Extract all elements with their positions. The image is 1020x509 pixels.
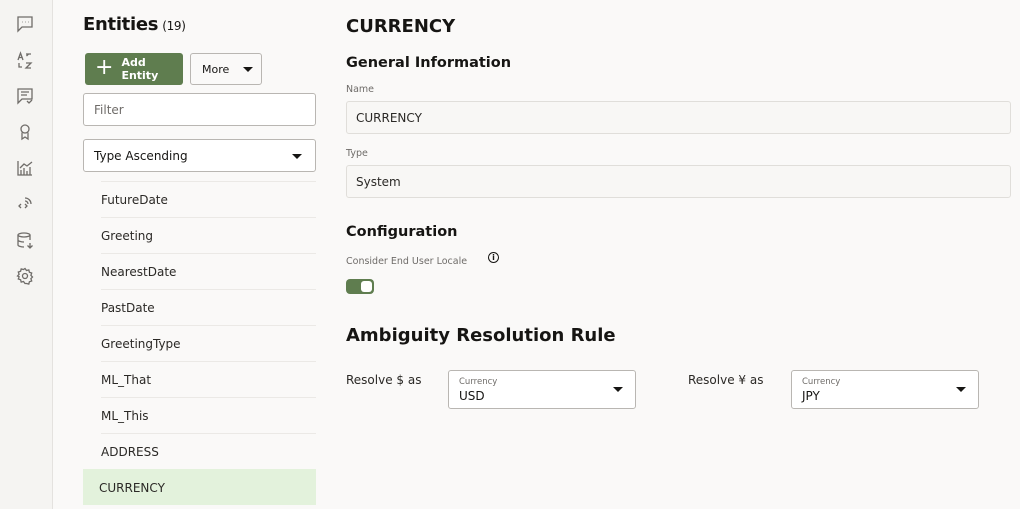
entity-list-item[interactable]: PastDate (101, 289, 316, 325)
currency-select-label: Currency (459, 377, 498, 387)
entity-name: ML_That (101, 372, 152, 387)
api-icon[interactable] (15, 194, 35, 214)
general-information-heading: General Information (346, 55, 512, 71)
chevron-down-icon (243, 66, 254, 72)
currency-select-value: USD (459, 389, 485, 403)
chevron-down-icon (956, 387, 966, 392)
type-label: Type (346, 148, 368, 159)
settings-icon[interactable] (15, 266, 35, 286)
entity-list-item[interactable]: ADDRESS (101, 433, 316, 469)
entity-list-item[interactable]: ML_That (101, 361, 316, 397)
resolve-dollar-select[interactable]: Currency USD (448, 370, 636, 409)
navigation-rail (0, 0, 53, 509)
resolve-yen-select[interactable]: Currency JPY (791, 370, 979, 409)
entities-heading: Entities (19) (83, 14, 186, 35)
type-field: System (346, 165, 1011, 198)
entity-name: GreetingType (101, 336, 181, 351)
entity-name: PastDate (101, 300, 155, 315)
entity-name: ML_This (101, 408, 149, 423)
info-icon[interactable]: i (488, 252, 499, 263)
entity-list-item[interactable]: Greeting (101, 217, 316, 253)
entities-title-text: Entities (83, 14, 159, 35)
locale-label: Consider End User Locale (346, 256, 468, 267)
sort-select[interactable]: Type Ascending (83, 139, 316, 172)
intents-icon[interactable] (15, 86, 35, 106)
translate-icon[interactable] (15, 50, 35, 70)
name-field: CURRENCY (346, 101, 1011, 134)
entity-name: Greeting (101, 228, 153, 243)
sort-value: Type Ascending (94, 148, 188, 163)
chevron-down-icon (292, 154, 302, 159)
entity-name: CURRENCY (99, 480, 165, 495)
name-value: CURRENCY (356, 110, 422, 125)
entity-name: NearestDate (101, 264, 177, 279)
type-value: System (356, 174, 401, 189)
currency-select-label: Currency (802, 377, 841, 387)
toggle-knob (361, 281, 372, 292)
entity-list-item-selected[interactable]: CURRENCY (83, 469, 316, 505)
locale-toggle[interactable] (346, 279, 374, 294)
entities-panel: Entities(19) + Add Entity More Type Asce… (83, 0, 317, 509)
award-icon[interactable] (15, 122, 35, 142)
entity-list-item[interactable]: NearestDate (101, 253, 316, 289)
entities-count: (19) (162, 19, 186, 33)
more-label: More (202, 62, 230, 76)
database-icon[interactable] (15, 230, 35, 250)
resolve-dollar-label: Resolve $ as (346, 373, 422, 387)
entity-list-item[interactable]: GreetingType (101, 325, 316, 361)
add-entity-button[interactable]: + Add Entity (85, 53, 183, 85)
currency-select-value: JPY (802, 389, 820, 403)
entity-list-item[interactable]: ML_This (101, 397, 316, 433)
more-menu-button[interactable]: More (190, 53, 262, 85)
filter-input[interactable] (83, 93, 316, 126)
entity-list: FutureDate Greeting NearestDate PastDate… (83, 181, 316, 505)
chat-icon[interactable] (15, 14, 35, 34)
resolve-yen-label: Resolve ¥ as (688, 373, 764, 387)
ambiguity-heading: Ambiguity Resolution Rule (346, 325, 616, 346)
entity-name: FutureDate (101, 192, 168, 207)
name-label: Name (346, 84, 375, 95)
plus-icon: + (95, 55, 114, 80)
entity-title: CURRENCY (346, 16, 456, 37)
chevron-down-icon (613, 387, 623, 392)
entity-list-item[interactable]: FutureDate (101, 181, 316, 217)
add-entity-label: Add Entity (121, 56, 159, 82)
analytics-icon[interactable] (15, 158, 35, 178)
entity-name: ADDRESS (101, 444, 159, 459)
configuration-heading: Configuration (346, 224, 458, 240)
